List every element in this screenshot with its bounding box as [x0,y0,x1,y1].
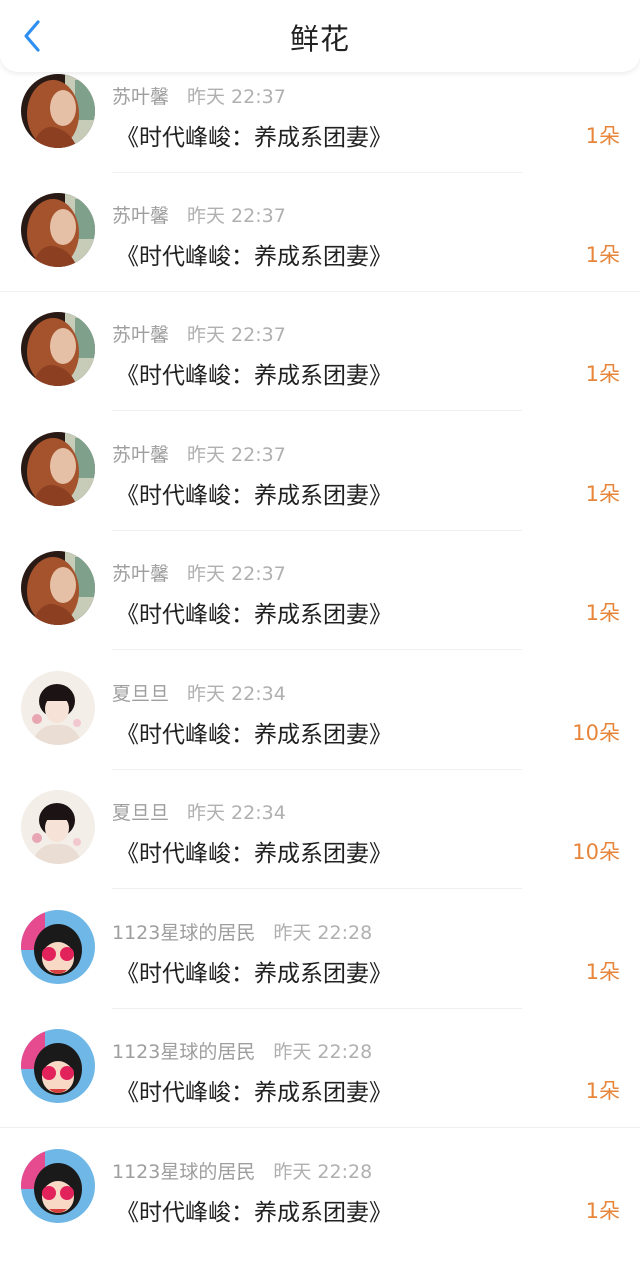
list-item[interactable]: 苏叶馨 昨天 22:37 《时代峰峻：养成系团妻》 1朵 [0,74,640,193]
user-name[interactable]: 1123星球的居民 [112,1161,255,1183]
timestamp: 昨天 22:28 [273,922,373,944]
book-title[interactable]: 《时代峰峻：养成系团妻》 [116,118,392,152]
top-nav-bar: 鲜花 [0,0,640,72]
item-meta: 苏叶馨 昨天 22:37 [112,559,286,586]
flower-count: 10朵 [572,721,620,745]
item-meta: 1123星球的居民 昨天 22:28 [112,1037,372,1064]
item-meta: 苏叶馨 昨天 22:37 [112,201,286,228]
book-title[interactable]: 《时代峰峻：养成系团妻》 [116,595,392,629]
user-name[interactable]: 苏叶馨 [112,563,169,585]
book-title[interactable]: 《时代峰峻：养成系团妻》 [116,954,392,988]
flower-count: 1朵 [585,1079,620,1103]
flower-count: 1朵 [585,243,620,267]
item-meta: 苏叶馨 昨天 22:37 [112,440,286,467]
flower-count: 1朵 [585,124,620,148]
item-meta: 苏叶馨 昨天 22:37 [112,82,286,109]
flower-count: 1朵 [585,1199,620,1223]
timestamp: 昨天 22:28 [273,1041,373,1063]
list-item[interactable]: 苏叶馨 昨天 22:37 《时代峰峻：养成系团妻》 1朵 [0,193,640,312]
divider [0,1127,640,1128]
book-title[interactable]: 《时代峰峻：养成系团妻》 [116,476,392,510]
user-avatar[interactable] [21,790,95,864]
book-title[interactable]: 《时代峰峻：养成系团妻》 [116,834,392,868]
book-title[interactable]: 《时代峰峻：养成系团妻》 [116,715,392,749]
timestamp: 昨天 22:37 [187,205,286,227]
timestamp: 昨天 22:34 [187,683,286,705]
timestamp: 昨天 22:37 [187,86,286,108]
user-name[interactable]: 苏叶馨 [112,324,169,346]
divider [112,888,522,889]
user-name[interactable]: 夏旦旦 [112,683,169,705]
list-item[interactable]: 夏旦旦 昨天 22:34 《时代峰峻：养成系团妻》 10朵 [0,671,640,790]
user-avatar[interactable] [21,671,95,745]
page-title: 鲜花 [289,22,350,56]
flower-count: 10朵 [572,840,620,864]
user-name[interactable]: 1123星球的居民 [112,922,255,944]
list-item[interactable]: 苏叶馨 昨天 22:37 《时代峰峻：养成系团妻》 1朵 [0,312,640,431]
book-title[interactable]: 《时代峰峻：养成系团妻》 [116,356,392,390]
flower-count: 1朵 [585,482,620,506]
flower-count: 1朵 [585,362,620,386]
book-title[interactable]: 《时代峰峻：养成系团妻》 [116,1073,392,1107]
timestamp: 昨天 22:28 [273,1161,373,1183]
book-title[interactable]: 《时代峰峻：养成系团妻》 [116,1193,392,1227]
divider [112,649,522,650]
divider [112,410,522,411]
timestamp: 昨天 22:34 [187,802,286,824]
timestamp: 昨天 22:37 [187,444,286,466]
user-avatar[interactable] [21,551,95,625]
user-avatar[interactable] [21,910,95,984]
user-name[interactable]: 苏叶馨 [112,86,169,108]
divider [112,1008,522,1009]
user-avatar[interactable] [21,74,95,148]
user-avatar[interactable] [21,1029,95,1103]
list-item[interactable]: 苏叶馨 昨天 22:37 《时代峰峻：养成系团妻》 1朵 [0,551,640,670]
list-item[interactable]: 1123星球的居民 昨天 22:28 《时代峰峻：养成系团妻》 1朵 [0,1149,640,1268]
divider [112,172,522,173]
item-meta: 1123星球的居民 昨天 22:28 [112,1157,372,1184]
flower-count: 1朵 [585,601,620,625]
user-avatar[interactable] [21,193,95,267]
timestamp: 昨天 22:37 [187,324,286,346]
timestamp: 昨天 22:37 [187,563,286,585]
list-item[interactable]: 1123星球的居民 昨天 22:28 《时代峰峻：养成系团妻》 1朵 [0,1029,640,1148]
list-item[interactable]: 夏旦旦 昨天 22:34 《时代峰峻：养成系团妻》 10朵 [0,790,640,909]
item-meta: 夏旦旦 昨天 22:34 [112,679,286,706]
divider [112,530,522,531]
list-item[interactable]: 苏叶馨 昨天 22:37 《时代峰峻：养成系团妻》 1朵 [0,432,640,551]
user-avatar[interactable] [21,432,95,506]
flower-count: 1朵 [585,960,620,984]
item-meta: 1123星球的居民 昨天 22:28 [112,918,372,945]
list-item[interactable]: 1123星球的居民 昨天 22:28 《时代峰峻：养成系团妻》 1朵 [0,910,640,1029]
item-meta: 苏叶馨 昨天 22:37 [112,320,286,347]
divider [112,769,522,770]
user-name[interactable]: 夏旦旦 [112,802,169,824]
divider [0,291,640,292]
item-meta: 夏旦旦 昨天 22:34 [112,798,286,825]
user-name[interactable]: 苏叶馨 [112,444,169,466]
user-avatar[interactable] [21,1149,95,1223]
user-name[interactable]: 苏叶馨 [112,205,169,227]
user-name[interactable]: 1123星球的居民 [112,1041,255,1063]
user-avatar[interactable] [21,312,95,386]
book-title[interactable]: 《时代峰峻：养成系团妻》 [116,237,392,271]
